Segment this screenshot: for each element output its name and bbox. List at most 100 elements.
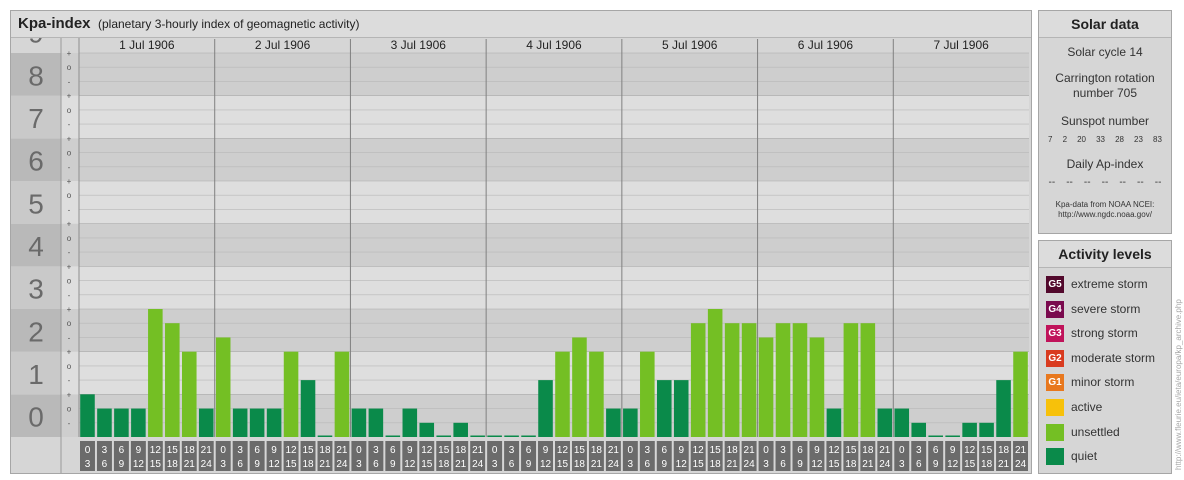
sunspot-value: 23 xyxy=(1134,135,1143,144)
chart-subtitle: (planetary 3-hourly index of geomagnetic… xyxy=(98,17,360,31)
y-subtick-label: + xyxy=(67,390,72,399)
interval-end-label: 12 xyxy=(404,459,416,470)
interval-start-label: 21 xyxy=(201,445,213,456)
y-subtick-label: o xyxy=(67,106,72,115)
kp-bar xyxy=(894,408,910,437)
y-subtick-label: + xyxy=(67,177,72,186)
ap-value: -- xyxy=(1137,177,1144,188)
interval-end-label: 15 xyxy=(964,459,976,470)
interval-end-label: 18 xyxy=(302,459,314,470)
interval-start-label: 9 xyxy=(950,445,956,456)
ap-value: -- xyxy=(1119,177,1126,188)
interval-end-label: 9 xyxy=(254,459,260,470)
y-tick-label: 3 xyxy=(28,274,44,305)
kp-bar xyxy=(673,380,689,437)
kp-bar xyxy=(165,323,180,437)
ap-value: -- xyxy=(1154,177,1162,188)
y-subtick-label: - xyxy=(68,120,71,129)
day-label: 5 Jul 1906 xyxy=(662,38,718,52)
kp-bar xyxy=(385,435,401,437)
activity-level-swatch xyxy=(1046,398,1064,416)
interval-start-label: 0 xyxy=(492,445,498,456)
activity-level-swatch: G2 xyxy=(1046,349,1064,367)
interval-end-label: 18 xyxy=(438,459,450,470)
kp-band xyxy=(11,181,1029,224)
kp-bar xyxy=(555,351,570,437)
kp-bar xyxy=(232,408,248,437)
data-credit-url: http://www.ngdc.noaa.gov/ xyxy=(1058,210,1152,219)
interval-start-label: 6 xyxy=(390,445,396,456)
y-tick-label: 7 xyxy=(28,103,44,134)
y-subtick-label: o xyxy=(67,149,72,158)
interval-end-label: 21 xyxy=(862,459,874,470)
activity-level-row: active xyxy=(1039,395,1171,420)
kpa-chart: 0 - o +1 - o +2 - o +3 - o +4 - o +5 - o +6 - o +7 - o +8 - o +9 1 J… xyxy=(11,18,1029,473)
y-tick-label: 1 xyxy=(28,359,44,390)
kp-bar xyxy=(843,323,859,437)
interval-end-label: 12 xyxy=(947,459,959,470)
kp-band xyxy=(11,53,1029,96)
interval-start-label: 21 xyxy=(336,445,348,456)
interval-start-label: 12 xyxy=(421,445,433,456)
interval-end-label: 21 xyxy=(184,459,196,470)
interval-end-label: 24 xyxy=(201,459,213,470)
kp-bar xyxy=(911,422,927,437)
interval-end-label: 6 xyxy=(237,459,243,470)
kp-bar xyxy=(351,408,367,437)
interval-end-label: 6 xyxy=(102,459,108,470)
kp-bar xyxy=(741,323,757,437)
y-subtick-label: + xyxy=(67,305,72,314)
y-subtick-label: o xyxy=(67,234,72,243)
interval-end-label: 12 xyxy=(540,459,552,470)
sunspot-values: 7 2 20 33 28 23 83 xyxy=(1039,135,1171,144)
interval-start-label: 9 xyxy=(271,445,277,456)
interval-end-label: 12 xyxy=(133,459,145,470)
interval-end-label: 24 xyxy=(879,459,891,470)
kp-bar xyxy=(928,435,943,437)
ap-value: -- xyxy=(1083,177,1091,188)
day-label: 3 Jul 1906 xyxy=(391,38,447,52)
kp-bar xyxy=(640,351,655,437)
interval-start-label: 6 xyxy=(254,445,260,456)
y-subtick-label: o xyxy=(67,277,72,286)
activity-level-row: unsettled xyxy=(1039,420,1171,445)
kp-bar xyxy=(707,309,723,437)
interval-end-label: 15 xyxy=(557,459,569,470)
y-subtick-label: - xyxy=(68,163,71,172)
kp-bar xyxy=(215,337,231,437)
interval-start-label: 9 xyxy=(678,445,684,456)
kp-bar xyxy=(419,422,435,437)
kp-band xyxy=(11,223,1029,267)
interval-end-label: 9 xyxy=(797,459,803,470)
interval-end-label: 18 xyxy=(574,459,586,470)
interval-end-label: 12 xyxy=(811,459,823,470)
interval-end-label: 6 xyxy=(916,459,922,470)
kp-bar xyxy=(962,422,977,437)
interval-end-label: 9 xyxy=(119,459,125,470)
kp-bar xyxy=(266,408,282,437)
interval-start-label: 3 xyxy=(102,445,108,456)
kp-bar xyxy=(606,408,621,437)
kp-bar xyxy=(877,408,893,437)
kp-bar xyxy=(758,337,774,437)
interval-end-label: 9 xyxy=(390,459,396,470)
y-subtick-label: o xyxy=(67,405,72,414)
interval-end-label: 18 xyxy=(981,459,993,470)
activity-level-label: unsettled xyxy=(1071,424,1120,439)
interval-start-label: 12 xyxy=(828,445,840,456)
activity-level-row: G5 extreme storm xyxy=(1039,272,1171,297)
kp-bar xyxy=(317,435,333,437)
day-label: 2 Jul 1906 xyxy=(255,38,311,52)
interval-end-label: 15 xyxy=(150,459,162,470)
kp-bar xyxy=(453,422,468,437)
kp-bar xyxy=(402,408,418,437)
interval-start-label: 0 xyxy=(220,445,226,456)
interval-start-label: 12 xyxy=(693,445,705,456)
kp-bar xyxy=(368,408,384,437)
interval-start-label: 21 xyxy=(879,445,891,456)
interval-end-label: 9 xyxy=(526,459,532,470)
kp-bar xyxy=(504,435,519,437)
kp-bar xyxy=(131,408,146,437)
kp-band xyxy=(11,394,1029,437)
solar-cycle: Solar cycle 14 xyxy=(1067,45,1143,59)
